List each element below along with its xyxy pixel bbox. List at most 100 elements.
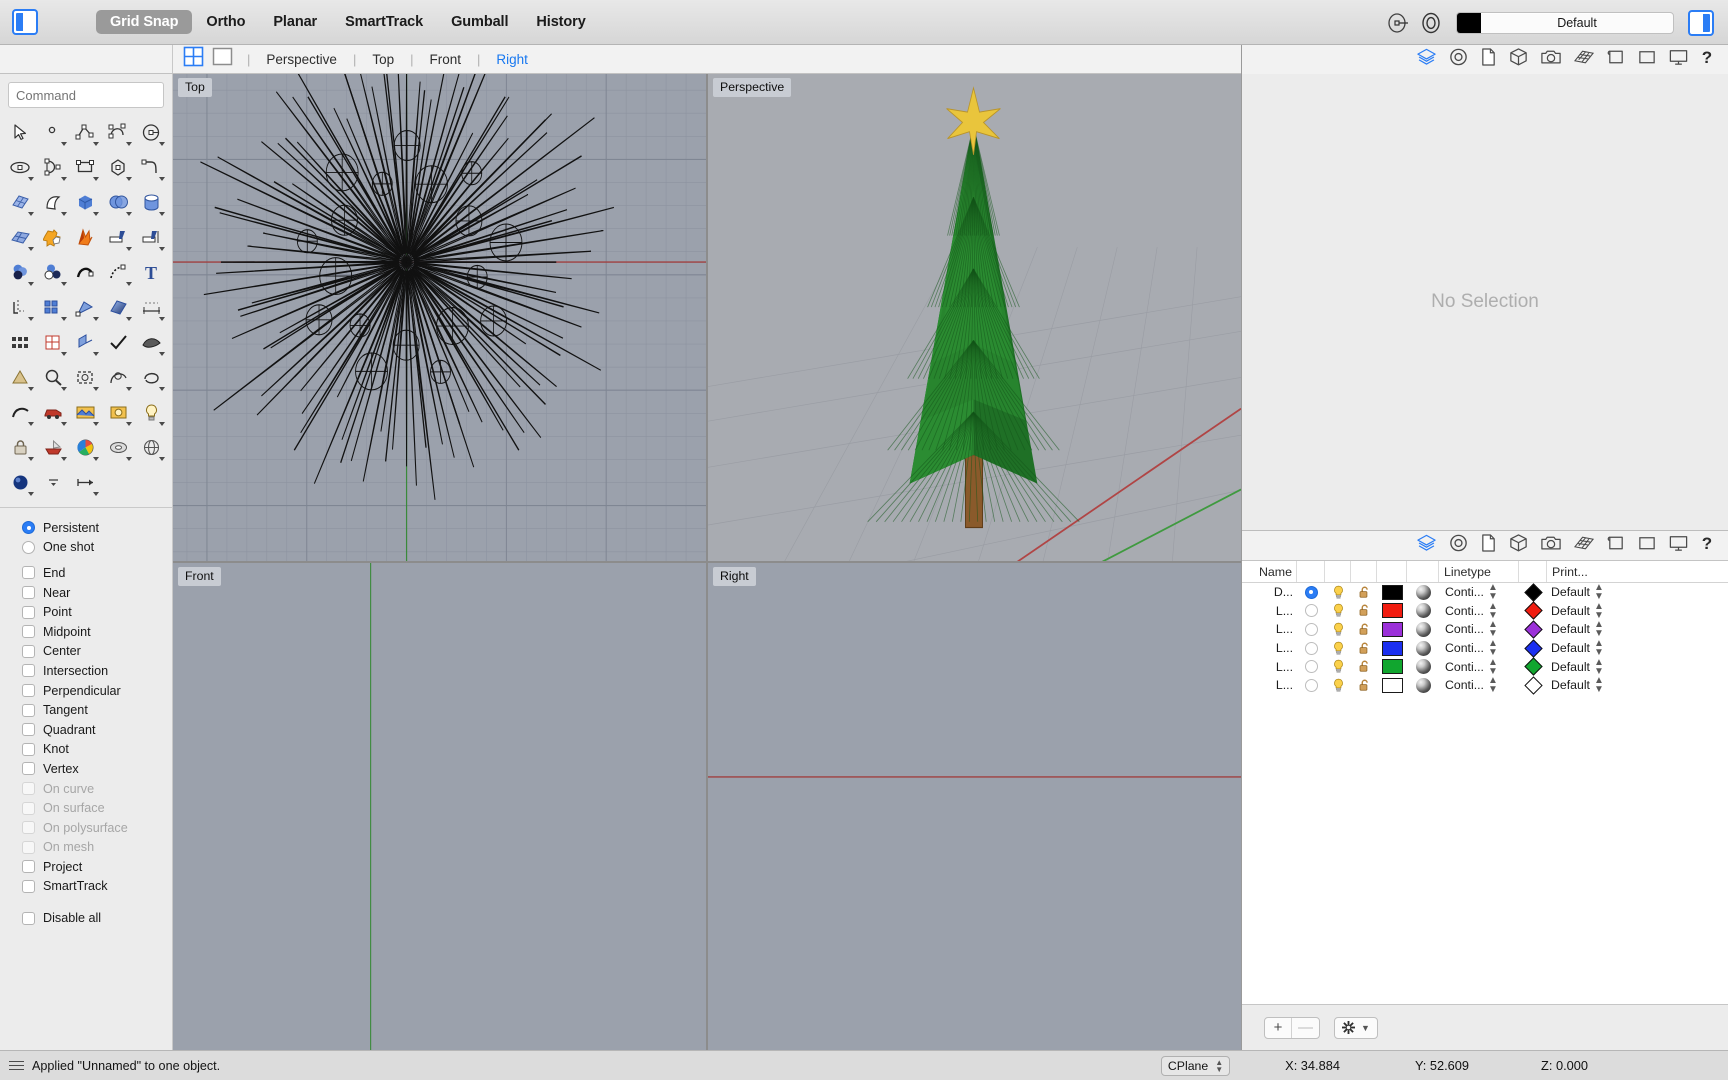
- circles-icon[interactable]: [37, 256, 70, 289]
- toggle-ortho[interactable]: Ortho: [192, 10, 259, 34]
- left-panel-icon[interactable]: [12, 9, 38, 35]
- select-arrow-icon[interactable]: [4, 116, 37, 149]
- checkbox-end-icon[interactable]: [22, 566, 35, 580]
- checkbox-project-icon[interactable]: [22, 860, 35, 874]
- select-window-icon[interactable]: [70, 361, 103, 394]
- camera-icon[interactable]: [1540, 533, 1562, 558]
- torus-icon[interactable]: [102, 431, 135, 464]
- layer-lock-toggle[interactable]: [1351, 620, 1377, 639]
- table-row[interactable]: L... Conti... ▲ ▼ Default ▲ ▼: [1242, 657, 1728, 676]
- tab-front[interactable]: Front: [414, 52, 478, 67]
- layer-linetype[interactable]: Conti... ▲ ▼: [1439, 601, 1519, 620]
- surface-sweep-icon[interactable]: [37, 186, 70, 219]
- column-header-current[interactable]: [1297, 561, 1325, 582]
- layer-material[interactable]: [1407, 583, 1439, 602]
- viewport-right-label[interactable]: Right: [713, 567, 756, 586]
- layer-print-width[interactable]: Default ▲ ▼: [1547, 657, 1639, 676]
- curve-edit-icon[interactable]: [70, 256, 103, 289]
- polyline-icon[interactable]: [70, 116, 103, 149]
- scroll-icon[interactable]: [1606, 533, 1626, 558]
- layer-linetype[interactable]: Conti... ▲ ▼: [1439, 676, 1519, 695]
- checkbox-smarttrack-icon[interactable]: [22, 879, 35, 893]
- viewport-right[interactable]: Right: [708, 563, 1241, 1050]
- single-view-layout-icon[interactable]: [212, 46, 233, 72]
- boolean-union-icon[interactable]: [37, 221, 70, 254]
- layer-print-color[interactable]: [1519, 601, 1547, 621]
- layer-visibility-toggle[interactable]: [1325, 620, 1351, 639]
- boat-icon[interactable]: [37, 431, 70, 464]
- remove-layer-button[interactable]: —: [1292, 1018, 1319, 1038]
- properties-icon[interactable]: [1448, 533, 1469, 558]
- radio-one-shot-icon[interactable]: [22, 540, 35, 554]
- layer-print-color[interactable]: [1519, 583, 1547, 602]
- grid-array-icon[interactable]: [4, 326, 37, 359]
- car-icon[interactable]: [37, 396, 70, 429]
- layer-name[interactable]: L...: [1242, 620, 1297, 639]
- layer-current-radio[interactable]: [1297, 657, 1325, 676]
- layer-print-width[interactable]: Default ▲ ▼: [1547, 639, 1639, 658]
- four-view-layout-icon[interactable]: [183, 46, 204, 72]
- snap-mode-persistent[interactable]: Persistent: [22, 518, 172, 538]
- color-wheel-icon[interactable]: [70, 431, 103, 464]
- toggle-history[interactable]: History: [522, 10, 599, 34]
- checkbox-intersection-icon[interactable]: [22, 664, 35, 678]
- snap-midpoint[interactable]: Midpoint: [22, 622, 172, 642]
- hatch-icon[interactable]: [37, 326, 70, 359]
- sphere-boolean-icon[interactable]: [102, 186, 135, 219]
- toggle-smarttrack[interactable]: SmartTrack: [331, 10, 437, 34]
- select-crossing-icon[interactable]: [102, 361, 135, 394]
- snap-point[interactable]: Point: [22, 602, 172, 622]
- column-header-linetype[interactable]: Linetype: [1439, 561, 1519, 582]
- dimension-icon[interactable]: [135, 291, 168, 324]
- layer-options-button[interactable]: ▼: [1334, 1016, 1378, 1039]
- layer-color-swatch[interactable]: [1377, 620, 1407, 639]
- cube-icon[interactable]: [1508, 47, 1529, 72]
- layer-print-color[interactable]: [1519, 638, 1547, 658]
- command-input[interactable]: [8, 82, 164, 108]
- cylinder-icon[interactable]: [135, 186, 168, 219]
- layer-name[interactable]: L...: [1242, 602, 1297, 621]
- checkbox-center-icon[interactable]: [22, 644, 35, 658]
- layer-current-radio[interactable]: [1297, 676, 1325, 695]
- layer-material[interactable]: [1407, 657, 1439, 676]
- toggle-planar[interactable]: Planar: [259, 10, 331, 34]
- snap-smarttrack[interactable]: SmartTrack: [22, 877, 172, 897]
- snap-perpendicular[interactable]: Perpendicular: [22, 681, 172, 701]
- array-icon[interactable]: [37, 291, 70, 324]
- table-row[interactable]: L... Conti... ▲ ▼ Default ▲ ▼: [1242, 676, 1728, 695]
- checkbox-perpendicular-icon[interactable]: [22, 684, 35, 698]
- checkbox-near-icon[interactable]: [22, 586, 35, 600]
- layers-icon[interactable]: [1416, 47, 1437, 72]
- layer-lock-toggle[interactable]: [1351, 657, 1377, 676]
- box-icon[interactable]: [70, 186, 103, 219]
- viewport-top-label[interactable]: Top: [178, 78, 212, 97]
- layer-lock-toggle[interactable]: [1351, 583, 1377, 602]
- layer-current-radio[interactable]: [1297, 620, 1325, 639]
- viewport-front-label[interactable]: Front: [178, 567, 221, 586]
- point-icon[interactable]: [37, 116, 70, 149]
- snap-end[interactable]: End: [22, 563, 172, 583]
- layer-color-swatch[interactable]: [1377, 583, 1407, 602]
- snap-mode-one-shot[interactable]: One shot: [22, 538, 172, 558]
- layer-name[interactable]: L...: [1242, 657, 1297, 676]
- fillet-curve-icon[interactable]: [135, 151, 168, 184]
- checkbox-disable-all-icon[interactable]: [22, 911, 35, 925]
- column-header-color[interactable]: [1377, 561, 1407, 582]
- analyze-icon[interactable]: [135, 326, 168, 359]
- tab-top[interactable]: Top: [356, 52, 410, 67]
- curve-icon[interactable]: [102, 116, 135, 149]
- layer-print-width[interactable]: Default ▲ ▼: [1547, 620, 1639, 639]
- tab-perspective[interactable]: Perspective: [250, 52, 353, 67]
- rectangle-icon[interactable]: [1637, 533, 1657, 558]
- circle-icon[interactable]: [135, 116, 168, 149]
- toggle-gumball[interactable]: Gumball: [437, 10, 522, 34]
- snap-center[interactable]: Center: [22, 642, 172, 662]
- display-icon[interactable]: [1668, 47, 1689, 72]
- layer-visibility-toggle[interactable]: [1325, 676, 1351, 695]
- table-row[interactable]: L... Conti... ▲ ▼ Default ▲ ▼: [1242, 601, 1728, 621]
- scroll-icon[interactable]: [1606, 47, 1626, 72]
- help-icon[interactable]: ?: [1700, 47, 1714, 72]
- layer-material[interactable]: [1407, 620, 1439, 639]
- extrude-icon[interactable]: [70, 326, 103, 359]
- surface-patch-icon[interactable]: [4, 186, 37, 219]
